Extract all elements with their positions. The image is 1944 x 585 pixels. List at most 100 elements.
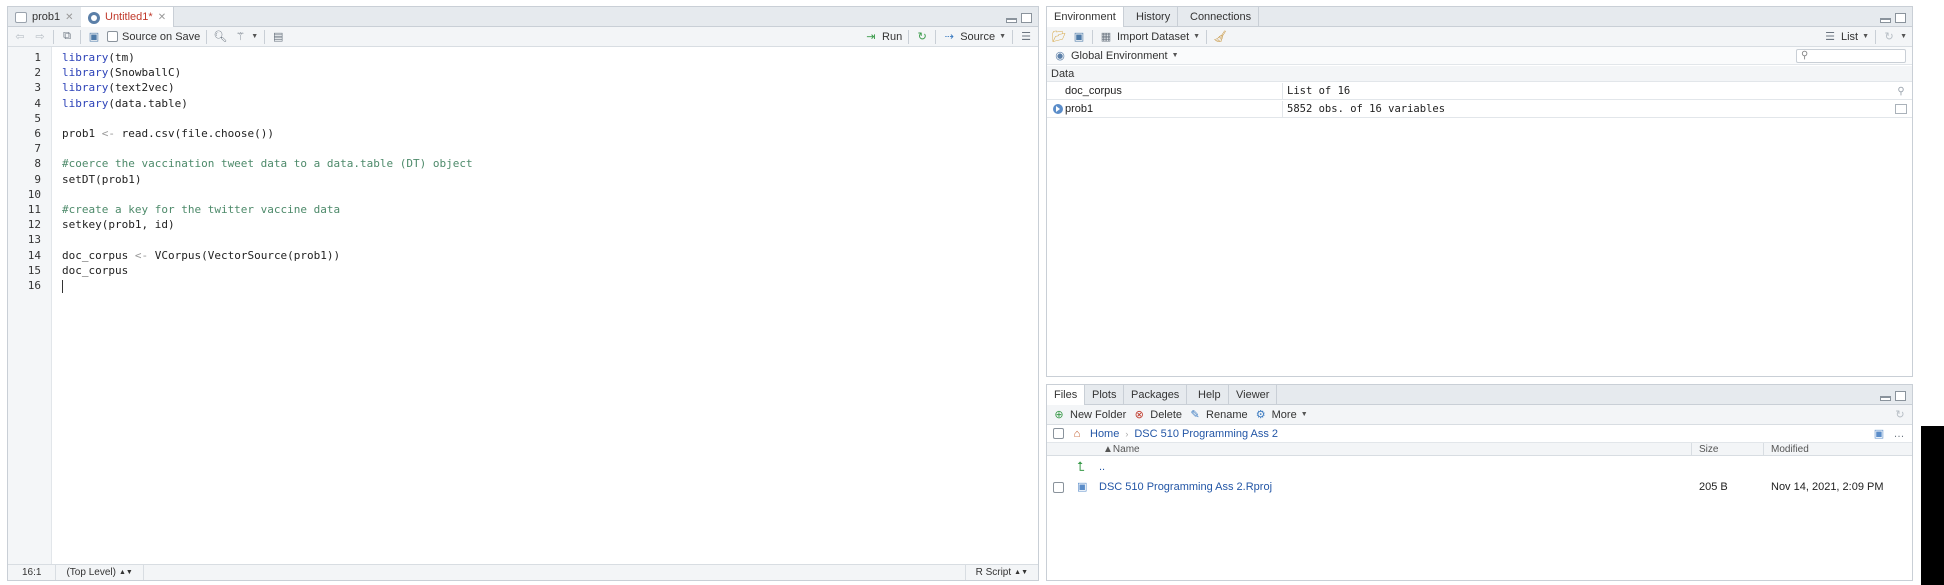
maximize-icon[interactable] (1895, 391, 1906, 401)
tab-help[interactable]: Help (1191, 385, 1229, 405)
code-token: doc_corpus (62, 263, 129, 277)
environment-row-prob1[interactable]: prob1 5852 obs. of 16 variables (1047, 101, 1912, 118)
code-token: (SnowballC) (108, 66, 182, 80)
code-token: (data.table) (108, 96, 188, 110)
code-line[interactable]: library(tm) (62, 50, 135, 65)
tab-packages[interactable]: Packages (1124, 385, 1188, 405)
source-button[interactable]: ⇢ Source ▼ (942, 31, 1006, 44)
code-line[interactable]: library(text2vec) (62, 80, 175, 95)
divider (1875, 29, 1877, 44)
save-icon[interactable]: ▣ (1072, 31, 1086, 43)
filetype-selector[interactable]: R Script ▲▼ (964, 565, 1038, 580)
refresh-icon[interactable]: ↻ (1893, 409, 1907, 421)
r-environment-icon: ◉ (1055, 50, 1065, 62)
code-line[interactable]: library(SnowballC) (62, 65, 181, 80)
code-tools-button[interactable]: ⚚ ▼ (233, 31, 258, 43)
compile-report-icon[interactable]: ▤ (271, 31, 285, 43)
file-checkbox[interactable] (1053, 482, 1064, 493)
rerun-icon[interactable]: ↻ (915, 31, 929, 43)
new-folder-button[interactable]: ⊕ New Folder (1052, 409, 1126, 422)
maximize-icon[interactable] (1895, 13, 1906, 23)
project-icon[interactable]: ▣ (1872, 428, 1886, 440)
more-button[interactable]: ⚙ More ▼ (1254, 409, 1308, 422)
broom-icon[interactable]: 🧹︎ (1213, 31, 1227, 43)
tab-history[interactable]: History (1129, 7, 1179, 27)
tab-prob1[interactable]: prob1 ✕ (8, 7, 82, 27)
code-token: doc_corpus (62, 248, 135, 262)
size-column-header[interactable]: Size (1699, 443, 1718, 456)
line-number: 13 (27, 233, 41, 247)
delete-button[interactable]: ⊗ Delete (1132, 409, 1182, 422)
expand-icon[interactable] (1053, 104, 1063, 114)
code-line[interactable]: setDT(prob1) (62, 172, 141, 187)
code-line[interactable]: doc_corpus <- VCorpus(VectorSource(prob1… (62, 248, 340, 263)
tab-files[interactable]: Files (1047, 385, 1086, 406)
minimize-icon[interactable] (1880, 396, 1891, 401)
magic-wand-icon: ⚚ (235, 31, 246, 43)
tab-connections[interactable]: Connections (1183, 7, 1260, 27)
open-folder-icon[interactable]: 📂︎ (1052, 31, 1066, 43)
file-name-link[interactable]: DSC 510 Programming Ass 2.Rproj (1099, 477, 1272, 497)
source-on-save-toggle[interactable]: Source on Save (107, 31, 200, 43)
chevron-down-icon: ▼ (999, 33, 1006, 40)
code-line[interactable] (62, 278, 63, 293)
code-line[interactable]: setkey(prob1, id) (62, 217, 175, 232)
code-operator: <- (101, 127, 115, 140)
minimize-icon[interactable] (1006, 18, 1017, 23)
rename-button[interactable]: ✎ Rename (1188, 409, 1247, 422)
back-arrow-icon[interactable]: ⇦ (13, 31, 27, 43)
tab-label: Packages (1131, 388, 1180, 401)
scope-selector[interactable]: (Top Level) ▲▼ (56, 565, 144, 580)
ellipsis-icon[interactable]: … (1892, 428, 1906, 440)
breadcrumb-home[interactable]: Home (1090, 428, 1119, 440)
tab-environment[interactable]: Environment (1047, 7, 1124, 28)
code-line[interactable]: prob1 <- read.csv(file.choose()) (62, 126, 274, 141)
tab-untitled1[interactable]: Untitled1* ✕ (81, 7, 175, 28)
select-all-checkbox[interactable] (1053, 428, 1064, 439)
import-dataset-button[interactable]: ▦ Import Dataset ▼ (1099, 31, 1200, 44)
refresh-button[interactable]: ↻ ▼ (1882, 31, 1907, 43)
close-icon[interactable]: ✕ (158, 8, 166, 27)
environment-scope-dropdown[interactable]: ◉ Global Environment ▼ (1053, 50, 1178, 63)
environment-scope-bar: ◉ Global Environment ▼ ⚲ (1047, 47, 1912, 65)
source-on-save-checkbox[interactable] (107, 31, 118, 42)
save-icon[interactable]: ▣ (87, 31, 101, 43)
search-icon[interactable]: 🔍︎ (213, 31, 227, 43)
new-folder-icon: ⊕ (1054, 409, 1064, 421)
code-line[interactable]: #create a key for the twitter vaccine da… (62, 202, 340, 217)
forward-arrow-icon[interactable]: ⇨ (33, 31, 47, 43)
line-number: 9 (34, 172, 41, 186)
code-line[interactable]: #coerce the vaccination tweet data to a … (62, 156, 473, 171)
code-line[interactable]: doc_corpus (62, 263, 128, 278)
home-icon[interactable]: ⌂ (1070, 428, 1084, 440)
show-in-window-icon[interactable]: ⧉ (60, 30, 74, 43)
code-line[interactable]: library(data.table) (62, 96, 188, 111)
close-icon[interactable]: ✕ (65, 8, 73, 27)
divider (908, 29, 910, 44)
code-editor[interactable]: library(tm) library(SnowballC) library(tex… (52, 47, 1038, 564)
view-mode-button[interactable]: ☰ List ▼ (1823, 31, 1869, 44)
environment-tabbar: Environment History Connections (1047, 7, 1912, 28)
environment-search-input[interactable]: ⚲ (1796, 48, 1906, 63)
tab-label: Viewer (1236, 388, 1270, 401)
magnifier-icon[interactable]: ⚲ (1890, 86, 1912, 97)
breadcrumb-current-folder[interactable]: DSC 510 Programming Ass 2 (1134, 428, 1278, 440)
view-table-icon[interactable] (1890, 104, 1912, 114)
file-row[interactable]: ▣ DSC 510 Programming Ass 2.Rproj 205 B … (1047, 477, 1912, 497)
divider (1206, 29, 1208, 44)
document-outline-icon[interactable]: ☰ (1019, 31, 1033, 43)
search-icon: ⚲ (1801, 50, 1809, 61)
chevron-down-icon: ▼ (1900, 33, 1907, 40)
sort-name-column[interactable]: ▲ Name (1103, 443, 1140, 456)
modified-column-header[interactable]: Modified (1771, 443, 1809, 456)
run-button[interactable]: ⇥ Run (864, 31, 902, 44)
minimize-icon[interactable] (1880, 18, 1891, 23)
maximize-icon[interactable] (1021, 13, 1032, 23)
parent-directory-link[interactable]: .. (1099, 457, 1105, 477)
line-number: 16 (27, 279, 41, 292)
environment-row-doc-corpus[interactable]: doc_corpus List of 16 ⚲ (1047, 83, 1912, 100)
tab-plots[interactable]: Plots (1085, 385, 1125, 405)
tab-viewer[interactable]: Viewer (1229, 385, 1278, 405)
run-arrow-icon: ⇥ (866, 31, 876, 43)
file-row-parent[interactable]: ⮤ .. (1047, 457, 1912, 477)
